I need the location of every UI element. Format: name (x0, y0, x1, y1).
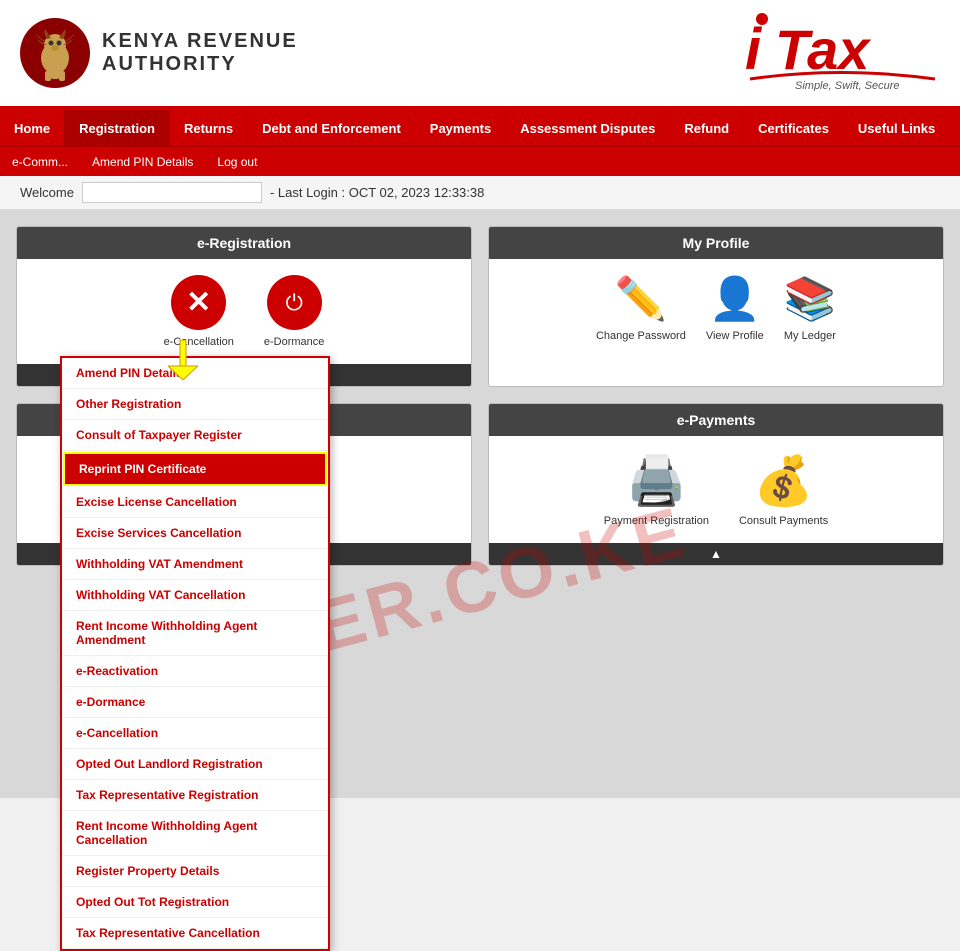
welcome-username-input[interactable] (82, 182, 262, 203)
org-name-line2: Authority (102, 53, 298, 76)
books-icon: 📚 (784, 275, 836, 324)
person-icon: 👤 (709, 275, 761, 324)
dropdown-opted-tot[interactable]: Opted Out Tot Registration (62, 887, 328, 918)
dropdown-register-property[interactable]: Register Property Details (62, 856, 328, 887)
coins-icon: 💰 (754, 452, 814, 509)
view-profile-label: View Profile (706, 330, 764, 342)
register-icon: 🖨️ (626, 452, 686, 509)
pencil-icon: ✏️ (615, 275, 667, 324)
subnav: e-Comm... Amend PIN Details Log out (0, 146, 960, 176)
svg-text:Simple, Swift, Secure: Simple, Swift, Secure (795, 80, 900, 91)
main-content: e-Registration ✕ e-Cancellation ⏻ e-Dorm… (0, 210, 960, 798)
myprofile-panel: My Profile ✏️ Change Password 👤 View Pro… (488, 226, 944, 387)
my-ledger-label: My Ledger (784, 330, 836, 342)
dropdown-tax-rep-reg[interactable]: Tax Representative Registration (62, 780, 328, 811)
nav-debt[interactable]: Debt and Enforcement (248, 110, 416, 146)
dropdown-excise-license[interactable]: Excise License Cancellation (62, 487, 328, 518)
nav-returns[interactable]: Returns (170, 110, 248, 146)
epayments-header: e-Payments (489, 404, 943, 436)
dropdown-tax-rep-cancel[interactable]: Tax Representative Cancellation (62, 918, 328, 949)
consult-payments-label: Consult Payments (739, 515, 828, 527)
dropdown-withholding-vat-cancel[interactable]: Withholding VAT Cancellation (62, 580, 328, 611)
ecancellation-icon-item[interactable]: ✕ e-Cancellation (164, 275, 234, 348)
header: Kenya Revenue Authority i Tax Simple, Sw… (0, 0, 960, 110)
arrow-indicator (168, 340, 198, 385)
my-ledger-item[interactable]: 📚 My Ledger (784, 275, 836, 342)
nav-payments[interactable]: Payments (416, 110, 506, 146)
change-password-item[interactable]: ✏️ Change Password (596, 275, 686, 342)
dropdown-consult-taxpayer[interactable]: Consult of Taxpayer Register (62, 420, 328, 451)
subnav-logout[interactable]: Log out (205, 147, 269, 176)
myprofile-content: ✏️ Change Password 👤 View Profile 📚 My L… (489, 259, 943, 358)
epayments-panel: e-Payments 🖨️ Payment Registration 💰 Con… (488, 403, 944, 566)
registration-dropdown: Amend PIN Details Other Registration Con… (60, 356, 330, 951)
epayments-content: 🖨️ Payment Registration 💰 Consult Paymen… (489, 436, 943, 543)
nav-links[interactable]: Useful Links (844, 110, 950, 146)
kra-lion-logo (20, 18, 90, 88)
payment-registration-label: Payment Registration (604, 515, 709, 527)
eregistration-header: e-Registration (17, 227, 471, 259)
dropdown-excise-services[interactable]: Excise Services Cancellation (62, 518, 328, 549)
nav-home[interactable]: Home (0, 110, 65, 146)
edormance-label: e-Dormance (264, 336, 325, 348)
epayments-footer[interactable]: ▲ (489, 543, 943, 565)
nav-certificates[interactable]: Certificates (744, 110, 844, 146)
nav-refund[interactable]: Refund (670, 110, 744, 146)
myprofile-header: My Profile (489, 227, 943, 259)
subnav-amend[interactable]: Amend PIN Details (80, 147, 205, 176)
view-profile-item[interactable]: 👤 View Profile (706, 275, 764, 342)
dropdown-rent-income-cancel[interactable]: Rent Income Withholding Agent Cancellati… (62, 811, 328, 856)
svg-text:i: i (745, 17, 763, 82)
dropdown-reprint-pin[interactable]: Reprint PIN Certificate (63, 452, 327, 486)
logo-area: Kenya Revenue Authority (20, 18, 298, 88)
itax-logo: i Tax Simple, Swift, Secure (740, 11, 940, 96)
dropdown-e-dormance[interactable]: e-Dormance (62, 687, 328, 718)
edormance-icon-item[interactable]: ⏻ e-Dormance (264, 275, 325, 348)
welcome-text: Welcome (20, 185, 74, 200)
subnav-ecomm[interactable]: e-Comm... (0, 147, 80, 176)
dropdown-other-reg[interactable]: Other Registration (62, 389, 328, 420)
dropdown-e-cancellation[interactable]: e-Cancellation (62, 718, 328, 749)
payment-registration-item[interactable]: 🖨️ Payment Registration (604, 452, 709, 527)
consult-payments-item[interactable]: 💰 Consult Payments (739, 452, 828, 527)
nav-assessment[interactable]: Assessment Disputes (506, 110, 670, 146)
change-password-label: Change Password (596, 330, 686, 342)
dropdown-opted-landlord[interactable]: Opted Out Landlord Registration (62, 749, 328, 780)
org-name-line1: Kenya Revenue (102, 30, 298, 53)
welcome-bar: Welcome - Last Login : OCT 02, 2023 12:3… (0, 176, 960, 210)
edormance-icon: ⏻ (267, 275, 322, 330)
ecancellation-icon: ✕ (171, 275, 226, 330)
nav-registration[interactable]: Registration (65, 110, 170, 146)
eregistration-content: ✕ e-Cancellation ⏻ e-Dormance (17, 259, 471, 364)
last-login-text: - Last Login : OCT 02, 2023 12:33:38 (270, 185, 484, 200)
dropdown-rent-income-amend[interactable]: Rent Income Withholding Agent Amendment (62, 611, 328, 656)
dropdown-withholding-vat-amend[interactable]: Withholding VAT Amendment (62, 549, 328, 580)
org-name: Kenya Revenue Authority (102, 30, 298, 76)
dropdown-e-reactivation[interactable]: e-Reactivation (62, 656, 328, 687)
navbar: Home Registration Returns Debt and Enfor… (0, 110, 960, 146)
